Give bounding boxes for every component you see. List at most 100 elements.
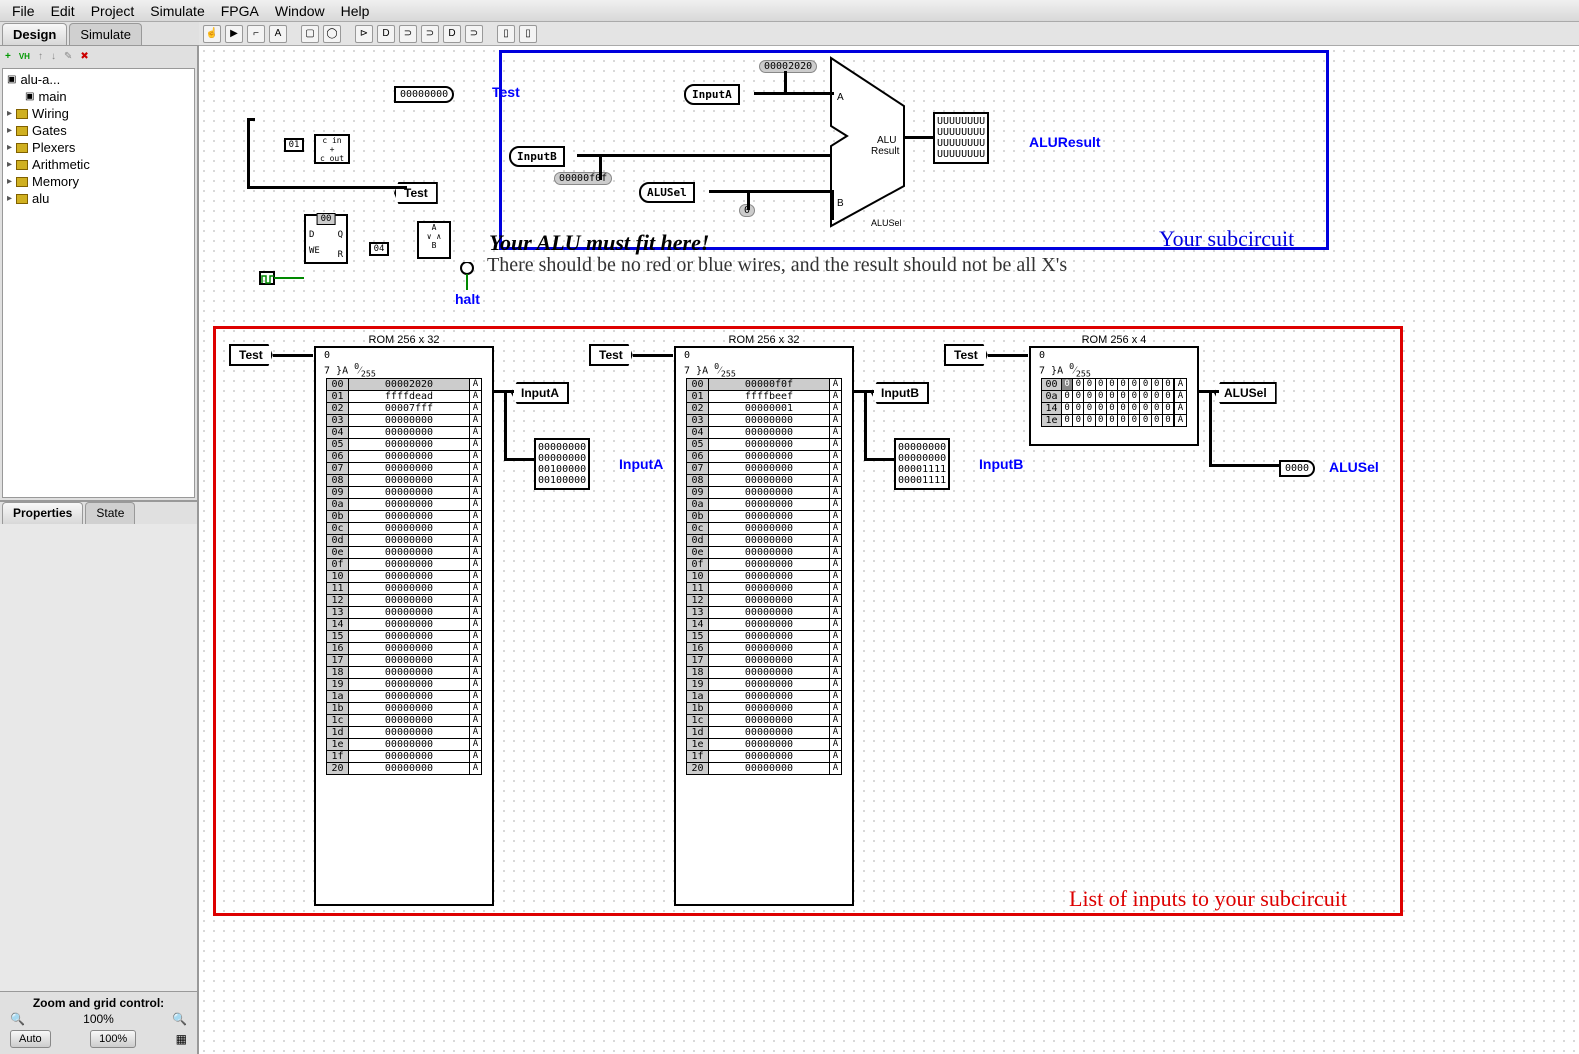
- tool-nand-icon[interactable]: D: [443, 25, 461, 43]
- rom-row[interactable]: 0400000000A: [686, 426, 842, 439]
- alusel-tunnel[interactable]: ALUSel: [1214, 382, 1277, 404]
- menu-project[interactable]: Project: [83, 1, 143, 21]
- rom-row[interactable]: 0800000000A: [326, 474, 482, 487]
- adder[interactable]: c in+c out: [314, 134, 350, 164]
- rom-row[interactable]: 0000000f0fA: [686, 378, 842, 391]
- menu-fpga[interactable]: FPGA: [213, 1, 267, 21]
- rom-row[interactable]: 1e00000000A: [326, 738, 482, 751]
- rom-row[interactable]: 0b00000000A: [686, 510, 842, 523]
- menu-window[interactable]: Window: [267, 1, 333, 21]
- zoom-auto-button[interactable]: Auto: [10, 1030, 51, 1048]
- input-a-pin[interactable]: InputA: [684, 84, 740, 105]
- rom-row[interactable]: 0b00000000A: [326, 510, 482, 523]
- tool-xor-icon[interactable]: ⊃: [421, 25, 439, 43]
- rom-sel[interactable]: ROM 256 x 4 07 }A 0⁄255 000000000000A0a0…: [1029, 346, 1199, 446]
- rom-row[interactable]: 0f00000000A: [326, 558, 482, 571]
- input-a-tunnel[interactable]: InputA: [511, 382, 569, 404]
- rom-row[interactable]: 1b00000000A: [686, 702, 842, 715]
- tab-simulate[interactable]: Simulate: [69, 23, 142, 45]
- rom-a[interactable]: ROM 256 x 32 07 }A 0⁄255 0000002020A01ff…: [314, 346, 494, 906]
- rom-row[interactable]: 1400000000A: [326, 618, 482, 631]
- rom-row[interactable]: 000000000000A: [1041, 378, 1187, 391]
- rom-row[interactable]: 0e00000000A: [326, 546, 482, 559]
- rom-row[interactable]: 1100000000A: [326, 582, 482, 595]
- rom-row[interactable]: 0d00000000A: [686, 534, 842, 547]
- rom-row[interactable]: 1000000000A: [326, 570, 482, 583]
- menu-simulate[interactable]: Simulate: [142, 1, 212, 21]
- rom-row[interactable]: 1e00000000A: [686, 738, 842, 751]
- rom-row[interactable]: 1400000000A: [686, 618, 842, 631]
- rom-row[interactable]: 0700000000A: [686, 462, 842, 475]
- zoom-100-button[interactable]: 100%: [90, 1030, 136, 1048]
- zoom-out-icon[interactable]: 🔍: [10, 1012, 25, 1026]
- rom-row[interactable]: 1d00000000A: [686, 726, 842, 739]
- rom-row[interactable]: 1700000000A: [686, 654, 842, 667]
- rom-row[interactable]: 1800000000A: [686, 666, 842, 679]
- edit-icon[interactable]: ✎: [61, 50, 75, 63]
- menu-file[interactable]: File: [4, 1, 43, 21]
- move-up-icon[interactable]: ↑: [35, 50, 46, 63]
- rom-row[interactable]: 0700000000A: [326, 462, 482, 475]
- delete-icon[interactable]: ✖: [77, 50, 91, 63]
- tool-nor-icon[interactable]: ⊃: [465, 25, 483, 43]
- add-circuit-icon[interactable]: +: [2, 50, 14, 63]
- rom-row[interactable]: 0400000000A: [326, 426, 482, 439]
- rom-row[interactable]: 1700000000A: [326, 654, 482, 667]
- rom-row[interactable]: 2000000000A: [326, 762, 482, 775]
- menu-edit[interactable]: Edit: [43, 1, 83, 21]
- rom-row[interactable]: 1f00000000A: [686, 750, 842, 763]
- rom-row[interactable]: 0c00000000A: [326, 522, 482, 535]
- tool-input-pin-icon[interactable]: ▢: [301, 25, 319, 43]
- rom-row[interactable]: 0f00000000A: [686, 558, 842, 571]
- rom-row[interactable]: 1300000000A: [326, 606, 482, 619]
- move-down-icon[interactable]: ↓: [48, 50, 59, 63]
- tool-or-icon[interactable]: ⊃: [399, 25, 417, 43]
- test-tunnel-b[interactable]: Test: [589, 344, 633, 366]
- rom-row[interactable]: 0600000000A: [686, 450, 842, 463]
- rom-row[interactable]: 2000000000A: [686, 762, 842, 775]
- rom-row[interactable]: 1200000000A: [326, 594, 482, 607]
- rom-row[interactable]: 0c00000000A: [686, 522, 842, 535]
- clock-icon[interactable]: [259, 271, 275, 285]
- tab-design[interactable]: Design: [2, 23, 67, 45]
- input-b-tunnel[interactable]: InputB: [871, 382, 929, 404]
- tree-lib-wiring[interactable]: ▸Wiring: [5, 105, 192, 122]
- rom-row[interactable]: 1c00000000A: [686, 714, 842, 727]
- rom-row[interactable]: 1600000000A: [686, 642, 842, 655]
- rom-row[interactable]: 0800000000A: [686, 474, 842, 487]
- rom-row[interactable]: 0900000000A: [686, 486, 842, 499]
- rom-row[interactable]: 0e00000000A: [686, 546, 842, 559]
- rom-row[interactable]: 1300000000A: [686, 606, 842, 619]
- rom-row[interactable]: 1b00000000A: [326, 702, 482, 715]
- rom-row[interactable]: 0a00000000A: [686, 498, 842, 511]
- test-tunnel-s[interactable]: Test: [944, 344, 988, 366]
- rom-row[interactable]: 1a00000000A: [326, 690, 482, 703]
- rom-row[interactable]: 1900000000A: [686, 678, 842, 691]
- rom-row[interactable]: 0200007fffA: [326, 402, 482, 415]
- counter-display[interactable]: 00000000: [394, 86, 454, 103]
- rom-row[interactable]: 140000000000A: [1041, 402, 1187, 415]
- tree-lib-memory[interactable]: ▸Memory: [5, 173, 192, 190]
- tool-dff-icon[interactable]: ▯: [497, 25, 515, 43]
- rom-row[interactable]: 1a00000000A: [686, 690, 842, 703]
- rom-row[interactable]: 0d00000000A: [326, 534, 482, 547]
- comparator[interactable]: A∨ ∧B: [417, 221, 451, 259]
- tool-poke-icon[interactable]: ☝: [203, 25, 221, 43]
- tab-state[interactable]: State: [85, 502, 135, 524]
- rom-row[interactable]: 01ffffdeadA: [326, 390, 482, 403]
- rom-row[interactable]: 1e0000000000A: [1041, 414, 1187, 427]
- rom-row[interactable]: 01ffffbeefA: [686, 390, 842, 403]
- rom-row[interactable]: 1100000000A: [686, 582, 842, 595]
- tree-lib-plexers[interactable]: ▸Plexers: [5, 139, 192, 156]
- tool-text-icon[interactable]: A: [269, 25, 287, 43]
- test-tunnel-a[interactable]: Test: [229, 344, 273, 366]
- tool-not-icon[interactable]: ⊳: [355, 25, 373, 43]
- rom-row[interactable]: 0a0000000000A: [1041, 390, 1187, 403]
- zoom-in-icon[interactable]: 🔍: [172, 1012, 187, 1026]
- rom-row[interactable]: 1800000000A: [326, 666, 482, 679]
- rom-row[interactable]: 1d00000000A: [326, 726, 482, 739]
- rom-row[interactable]: 0500000000A: [686, 438, 842, 451]
- rom-row[interactable]: 1200000000A: [686, 594, 842, 607]
- tree-lib-arithmetic[interactable]: ▸Arithmetic: [5, 156, 192, 173]
- register[interactable]: 00 D Q WE R: [304, 214, 348, 264]
